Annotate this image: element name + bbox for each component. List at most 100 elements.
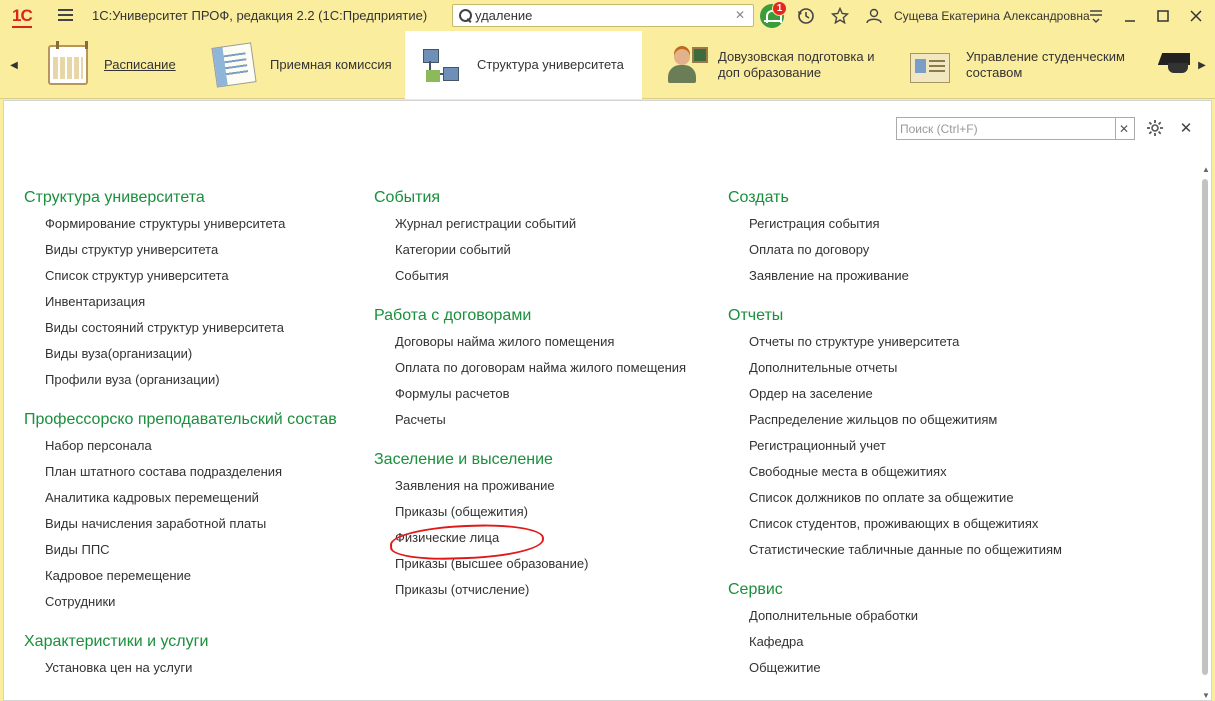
history-icon[interactable] [794,4,818,28]
window-close-icon[interactable] [1184,4,1208,28]
calendar-icon [48,41,88,85]
group-service: Сервис Дополнительные обработки Кафедра … [728,579,1062,685]
scrollbar-thumb[interactable] [1202,179,1208,675]
link-item[interactable]: Регистрация события [728,215,1062,241]
group-title: Структура университета [24,189,205,206]
link-item[interactable]: Сотрудники [24,593,337,619]
group-title: Сервис [728,581,783,598]
group-university-structure: Структура университета Формирование стру… [24,187,337,397]
minimize-icon[interactable] [1118,4,1142,28]
current-user-name[interactable]: Сущева Екатерина Александровна [894,9,1090,23]
app-logo[interactable]: 1С [12,6,33,28]
structure-diagram-icon [421,45,461,85]
panel-close-icon[interactable]: ✕ [1178,119,1194,139]
link-item[interactable]: Оплата по договору [728,241,1062,267]
scroll-down-icon[interactable]: ▼ [1202,691,1210,700]
search-icon [455,6,475,26]
column-3: Создать Регистрация события Оплата по до… [728,187,1062,697]
sections-panel: ◀ Расписание Приемная комиссия Структура… [0,31,1215,99]
section-tab-preuniversity[interactable]: Довузовская подготовка и доп образование [644,31,894,99]
group-title: Создать [728,189,789,206]
link-item[interactable]: План штатного состава подразделения [24,463,337,489]
section-tab-schedule[interactable]: Расписание [30,31,200,99]
graduation-cap-icon [1160,45,1188,85]
link-item[interactable]: Категории событий [374,241,686,267]
sections-scroll-right[interactable]: ▶ [1190,31,1214,99]
maximize-icon[interactable] [1151,4,1175,28]
link-item[interactable]: События [374,267,686,293]
link-item[interactable]: Оплата по договорам найма жилого помещен… [374,359,686,385]
link-item[interactable]: Виды структур университета [24,241,337,267]
group-title: Характеристики и услуги [24,633,209,650]
link-item[interactable]: Журнал регистрации событий [374,215,686,241]
link-item[interactable]: Расчеты [374,411,686,437]
group-contracts: Работа с договорами Договоры найма жилог… [374,305,686,437]
link-item[interactable]: Ордер на заселение [728,385,1062,411]
link-item[interactable]: Общежитие [728,659,1062,685]
link-item[interactable]: Инвентаризация [24,293,337,319]
section-tab-university-structure[interactable]: Структура университета [405,31,642,99]
link-item[interactable]: Аналитика кадровых перемещений [24,489,337,515]
panel-search-input[interactable] [897,121,1093,136]
scroll-up-icon[interactable]: ▲ [1202,165,1210,174]
link-item[interactable]: Договоры найма жилого помещения [374,333,686,359]
group-title: События [374,189,441,206]
group-reports: Отчеты Отчеты по структуре университета … [728,305,1062,567]
global-search-input[interactable] [475,8,725,23]
group-title: Работа с договорами [374,307,532,324]
section-tab-student-management[interactable]: Управление студенческим составом [894,31,1154,99]
vertical-scrollbar[interactable]: ▲ ▼ [1200,165,1210,700]
main-menu-icon[interactable] [58,9,73,21]
favorites-star-icon[interactable] [828,4,852,28]
group-title: Отчеты [728,307,784,324]
application-form-icon [211,42,257,88]
link-item[interactable]: Приказы (высшее образование) [374,555,686,581]
link-item[interactable]: Приказы (отчисление) [374,581,686,607]
link-item[interactable]: Набор персонала [24,437,337,463]
clear-search-icon[interactable]: ✕ [735,8,745,22]
group-teaching-staff: Профессорско преподавательский состав На… [24,409,337,619]
link-item[interactable]: Виды вуза(организации) [24,345,337,371]
link-item[interactable]: Профили вуза (организации) [24,371,337,397]
link-item[interactable]: Дополнительные обработки [728,607,1062,633]
link-item[interactable]: Формулы расчетов [374,385,686,411]
sections-scroll-left[interactable]: ◀ [2,31,26,99]
settings-menu-icon[interactable] [1084,4,1108,28]
panel-search[interactable] [896,117,1116,140]
link-item[interactable]: Дополнительные отчеты [728,359,1062,385]
link-item[interactable]: Виды состояний структур университета [24,319,337,345]
section-tab-next-partial[interactable] [1158,31,1190,99]
group-title: Заселение и выселение [374,451,553,468]
link-item[interactable]: Виды начисления заработной платы [24,515,337,541]
link-item[interactable]: Кадровое перемещение [24,567,337,593]
link-item[interactable]: Кафедра [728,633,1062,659]
notification-count-badge: 1 [772,1,787,16]
link-item[interactable]: Список должников по оплате за общежитие [728,489,1062,515]
panel-settings-gear-icon[interactable] [1145,119,1165,139]
user-icon[interactable] [862,4,886,28]
panel-search-clear-icon[interactable]: ✕ [1114,117,1135,140]
column-1: Структура университета Формирование стру… [24,187,337,697]
link-item[interactable]: Отчеты по структуре университета [728,333,1062,359]
link-item-dormitory-orders[interactable]: Приказы (общежития) [374,503,686,529]
group-create: Создать Регистрация события Оплата по до… [728,187,1062,293]
link-item[interactable]: Заявления на проживание [374,477,686,503]
link-item[interactable]: Виды ППС [24,541,337,567]
section-tab-admissions[interactable]: Приемная комиссия [200,31,404,99]
link-item[interactable]: Формирование структуры университета [24,215,337,241]
section-functions-panel: ✕ ✕ Структура университета Формирование … [3,100,1212,701]
link-item[interactable]: Регистрационный учет [728,437,1062,463]
link-item[interactable]: Список структур университета [24,267,337,293]
link-item[interactable]: Статистические табличные данные по общеж… [728,541,1062,567]
group-title: Профессорско преподавательский состав [24,411,337,428]
group-characteristics-services: Характеристики и услуги Установка цен на… [24,631,337,685]
app-title: 1С:Университет ПРОФ, редакция 2.2 (1С:Пр… [92,8,428,23]
link-item[interactable]: Установка цен на услуги [24,659,337,685]
link-item[interactable]: Заявление на проживание [728,267,1062,293]
global-search[interactable]: ✕ [452,4,754,27]
group-events: События Журнал регистрации событий Катег… [374,187,686,293]
link-item[interactable]: Свободные места в общежитиях [728,463,1062,489]
link-item[interactable]: Список студентов, проживающих в общежити… [728,515,1062,541]
title-bar: 1С 1С:Университет ПРОФ, редакция 2.2 (1С… [0,0,1215,31]
link-item[interactable]: Распределение жильцов по общежитиям [728,411,1062,437]
